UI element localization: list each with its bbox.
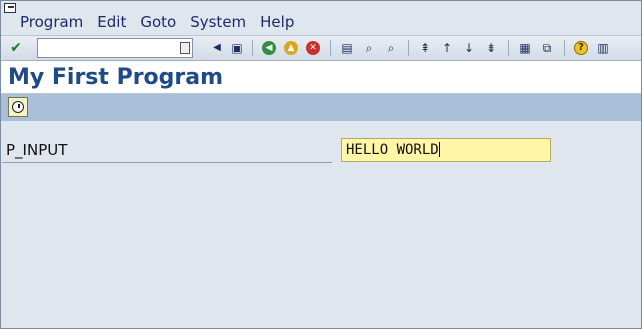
command-dropdown-icon[interactable] [180, 42, 190, 54]
layout-menu-icon[interactable]: ▥ [594, 39, 612, 57]
title-bar: My First Program [0, 61, 642, 94]
command-field[interactable] [37, 38, 193, 58]
execute-clock-icon [12, 101, 24, 113]
last-page-icon[interactable]: ⇟ [482, 39, 500, 57]
find-next-icon[interactable]: ⌕ [382, 39, 400, 57]
toolbar-separator [252, 40, 253, 56]
execute-button[interactable] [8, 97, 28, 117]
p-input-field[interactable]: HELLO WORLD [341, 138, 551, 162]
text-caret [438, 142, 440, 157]
previous-page-icon[interactable]: ↑ [438, 39, 456, 57]
toolbar-separator [508, 40, 509, 56]
p-input-value: HELLO WORLD [346, 142, 439, 158]
application-toolbar [0, 94, 642, 121]
menu-items: Program Edit Goto System Help [20, 13, 294, 31]
find-icon[interactable]: ⌕ [360, 39, 378, 57]
menu-help[interactable]: Help [260, 13, 294, 31]
next-page-icon[interactable]: ↓ [460, 39, 478, 57]
cancel-icon[interactable]: ✕ [306, 41, 320, 55]
toolbar-separator [408, 40, 409, 56]
help-icon[interactable]: ? [574, 41, 588, 55]
toolbar-separator [564, 40, 565, 56]
exit-icon[interactable]: ▲ [284, 41, 298, 55]
menu-bar: Program Edit Goto System Help [0, 0, 642, 35]
system-menu-icon[interactable] [4, 3, 16, 13]
menu-system[interactable]: System [190, 13, 246, 31]
shortcut-icon[interactable]: ⧉ [538, 39, 556, 57]
back-icon[interactable]: ◀ [262, 41, 276, 55]
menu-program[interactable]: Program [20, 13, 83, 31]
back-arrow-icon[interactable]: ◀ [208, 39, 226, 57]
menu-edit[interactable]: Edit [97, 13, 126, 31]
save-icon[interactable]: ▣ [228, 39, 246, 57]
p-input-label: P_INPUT [6, 141, 68, 159]
create-session-icon[interactable]: ▦ [516, 39, 534, 57]
print-icon[interactable]: ▤ [338, 39, 356, 57]
toolbar-separator [330, 40, 331, 56]
page-title: My First Program [8, 65, 224, 90]
label-underline [2, 162, 332, 163]
enter-check-icon[interactable]: ✔ [7, 39, 25, 57]
menu-goto[interactable]: Goto [140, 13, 176, 31]
standard-toolbar: ✔ ◀ ▣ ◀ ▲ ✕ ▤ ⌕ ⌕ ⇞ ↑ ↓ ⇟ ▦ ⧉ ? ▥ [0, 35, 642, 61]
work-area: P_INPUT HELLO WORLD [0, 121, 642, 329]
first-page-icon[interactable]: ⇞ [416, 39, 434, 57]
